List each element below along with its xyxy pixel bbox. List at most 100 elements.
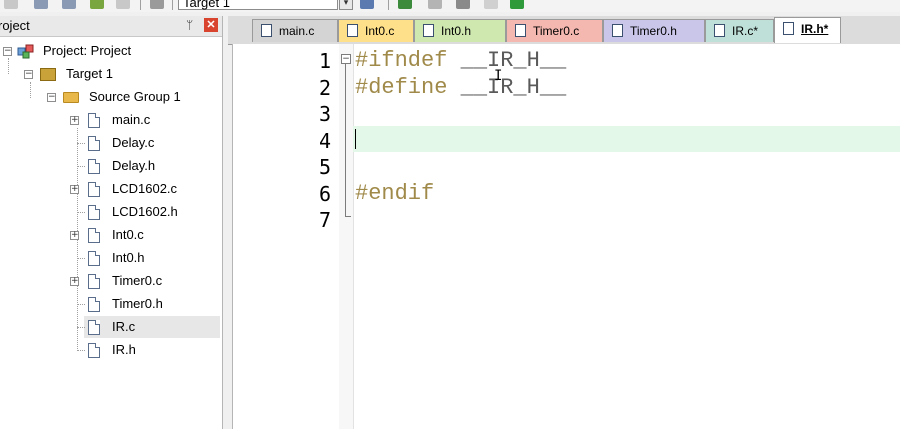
tree-item-label: IR.h (112, 342, 136, 357)
file-icon (88, 274, 100, 289)
tree-item[interactable]: Timer0.h (0, 293, 220, 315)
tree-item-label: Int0.h (112, 250, 145, 265)
tree-connector (77, 143, 85, 144)
line-number: 6 (318, 181, 331, 206)
tree-item[interactable]: Delay.h (0, 155, 220, 177)
tree-connector (77, 166, 85, 167)
tree-item-label: Project: Project (43, 43, 132, 58)
tab-int0-h[interactable]: Int0.h (414, 19, 506, 42)
tree-item[interactable]: + Timer0.c (0, 270, 220, 292)
file-icon (88, 205, 100, 220)
line-number: 4 (318, 128, 331, 153)
tab-ir-c-[interactable]: IR.c* (705, 19, 774, 42)
tab-label: main.c (279, 24, 315, 38)
tree-item[interactable]: Delay.c (0, 132, 220, 154)
file-icon (88, 320, 100, 335)
collapse-icon[interactable]: − (47, 93, 56, 102)
document-icon (783, 22, 794, 35)
file-icon (88, 343, 100, 358)
tab-timer0-c[interactable]: Timer0.c (506, 19, 603, 42)
expand-icon[interactable]: + (70, 116, 79, 125)
toolbar-icon-10[interactable] (484, 0, 498, 9)
tree-connector (77, 327, 85, 328)
project-icon (17, 43, 34, 59)
file-icon (88, 251, 100, 266)
code-line[interactable]: #define __IR_H__ (355, 75, 566, 100)
collapse-icon[interactable]: − (24, 70, 33, 79)
file-icon (88, 228, 100, 243)
collapse-icon[interactable]: − (3, 47, 12, 56)
tab-label: IR.c* (732, 24, 759, 38)
tree-item-label: LCD1602.h (112, 204, 178, 219)
preprocessor-directive: #endif (355, 180, 435, 206)
toolbar: Target 1 ▾ (0, 0, 900, 12)
toolbar-icon-9[interactable] (456, 0, 470, 9)
tab-label: Timer0.c (533, 24, 580, 38)
tree-connector (77, 212, 85, 213)
tab-timer0-h[interactable]: Timer0.h (603, 19, 705, 42)
tree-item-label: Source Group 1 (89, 89, 181, 104)
tree-item[interactable]: − Target 1 (0, 63, 220, 85)
tree-item[interactable]: − Project: Project (0, 40, 220, 62)
document-icon (612, 24, 623, 37)
tab-main-c[interactable]: main.c (252, 19, 338, 42)
toolbar-icon-1[interactable] (4, 0, 18, 9)
tree-item[interactable]: + Int0.c (0, 224, 220, 246)
tab-label: IR.h* (801, 22, 829, 36)
line-number: 3 (318, 102, 331, 126)
project-panel-title: roject (0, 18, 30, 33)
toolbar-icon-7[interactable] (398, 0, 412, 9)
tree-item-label: Delay.c (112, 135, 155, 150)
current-line-highlight (353, 126, 900, 152)
fold-range-line (345, 64, 346, 216)
options-icon[interactable] (360, 0, 374, 9)
tree-item-label: Delay.h (112, 158, 156, 173)
tree-item[interactable]: Int0.h (0, 247, 220, 269)
tree-connector (77, 258, 85, 259)
toolbar-icon-4[interactable] (90, 0, 104, 9)
text-caret (355, 129, 356, 149)
fold-range-end (345, 216, 351, 217)
tab-label: Int0.c (365, 24, 395, 38)
tree-item[interactable]: IR.c (77, 316, 220, 338)
expand-icon[interactable]: + (70, 185, 79, 194)
tab-label: Int0.h (441, 24, 472, 38)
close-icon[interactable]: ✕ (204, 18, 218, 32)
file-icon (88, 113, 100, 128)
tree-item[interactable]: IR.h (0, 339, 220, 361)
pin-icon[interactable]: ᛘ (186, 18, 193, 32)
expand-icon[interactable]: + (70, 231, 79, 240)
code-line[interactable]: #ifndef __IR_H__ (355, 48, 566, 73)
tree-connector (77, 304, 85, 305)
fold-collapse-icon[interactable]: − (341, 54, 351, 64)
toolbar-icon-5[interactable] (116, 0, 130, 9)
tab-label: Timer0.h (630, 24, 677, 38)
tree-item[interactable]: − Source Group 1 (0, 86, 220, 108)
tree-item-label: LCD1602.c (112, 181, 178, 196)
macro-name: __IR_H__ (447, 48, 567, 73)
toolbar-icon-11[interactable] (510, 0, 524, 9)
tab-ir-h-[interactable]: IR.h* (774, 17, 841, 43)
tree-item-label: IR.c (112, 319, 136, 334)
code-line[interactable]: #endif (355, 181, 434, 206)
editor-tab-bar: main.c Int0.c Int0.h Timer0.c Timer0.h IR.c* I… (228, 16, 900, 45)
toolbar-icon-8[interactable] (428, 0, 442, 9)
folder-icon (63, 92, 79, 103)
tab-int0-c[interactable]: Int0.c (338, 19, 414, 42)
target-icon (40, 68, 56, 81)
preprocessor-directive: #define (355, 74, 448, 100)
project-panel-header: roject ᛘ ✕ (0, 16, 222, 37)
toolbar-icon-3[interactable] (62, 0, 76, 9)
file-icon (88, 136, 100, 151)
toolbar-icon-2[interactable] (34, 0, 48, 9)
tree-item[interactable]: + main.c (0, 109, 220, 131)
tree-item[interactable]: LCD1602.h (0, 201, 220, 223)
target-select-dropdown-button[interactable]: ▾ (339, 0, 353, 10)
expand-icon[interactable]: + (70, 277, 79, 286)
target-select[interactable]: Target 1 (178, 0, 338, 10)
file-icon (88, 159, 100, 174)
file-icon (88, 297, 100, 312)
toolbar-icon-6[interactable] (150, 0, 164, 9)
tree-item[interactable]: + LCD1602.c (0, 178, 220, 200)
code-editor[interactable]: − 1 2 3 4 5 6 7 #ifndef __IR_H__ #define __IR_H_… (232, 44, 900, 429)
